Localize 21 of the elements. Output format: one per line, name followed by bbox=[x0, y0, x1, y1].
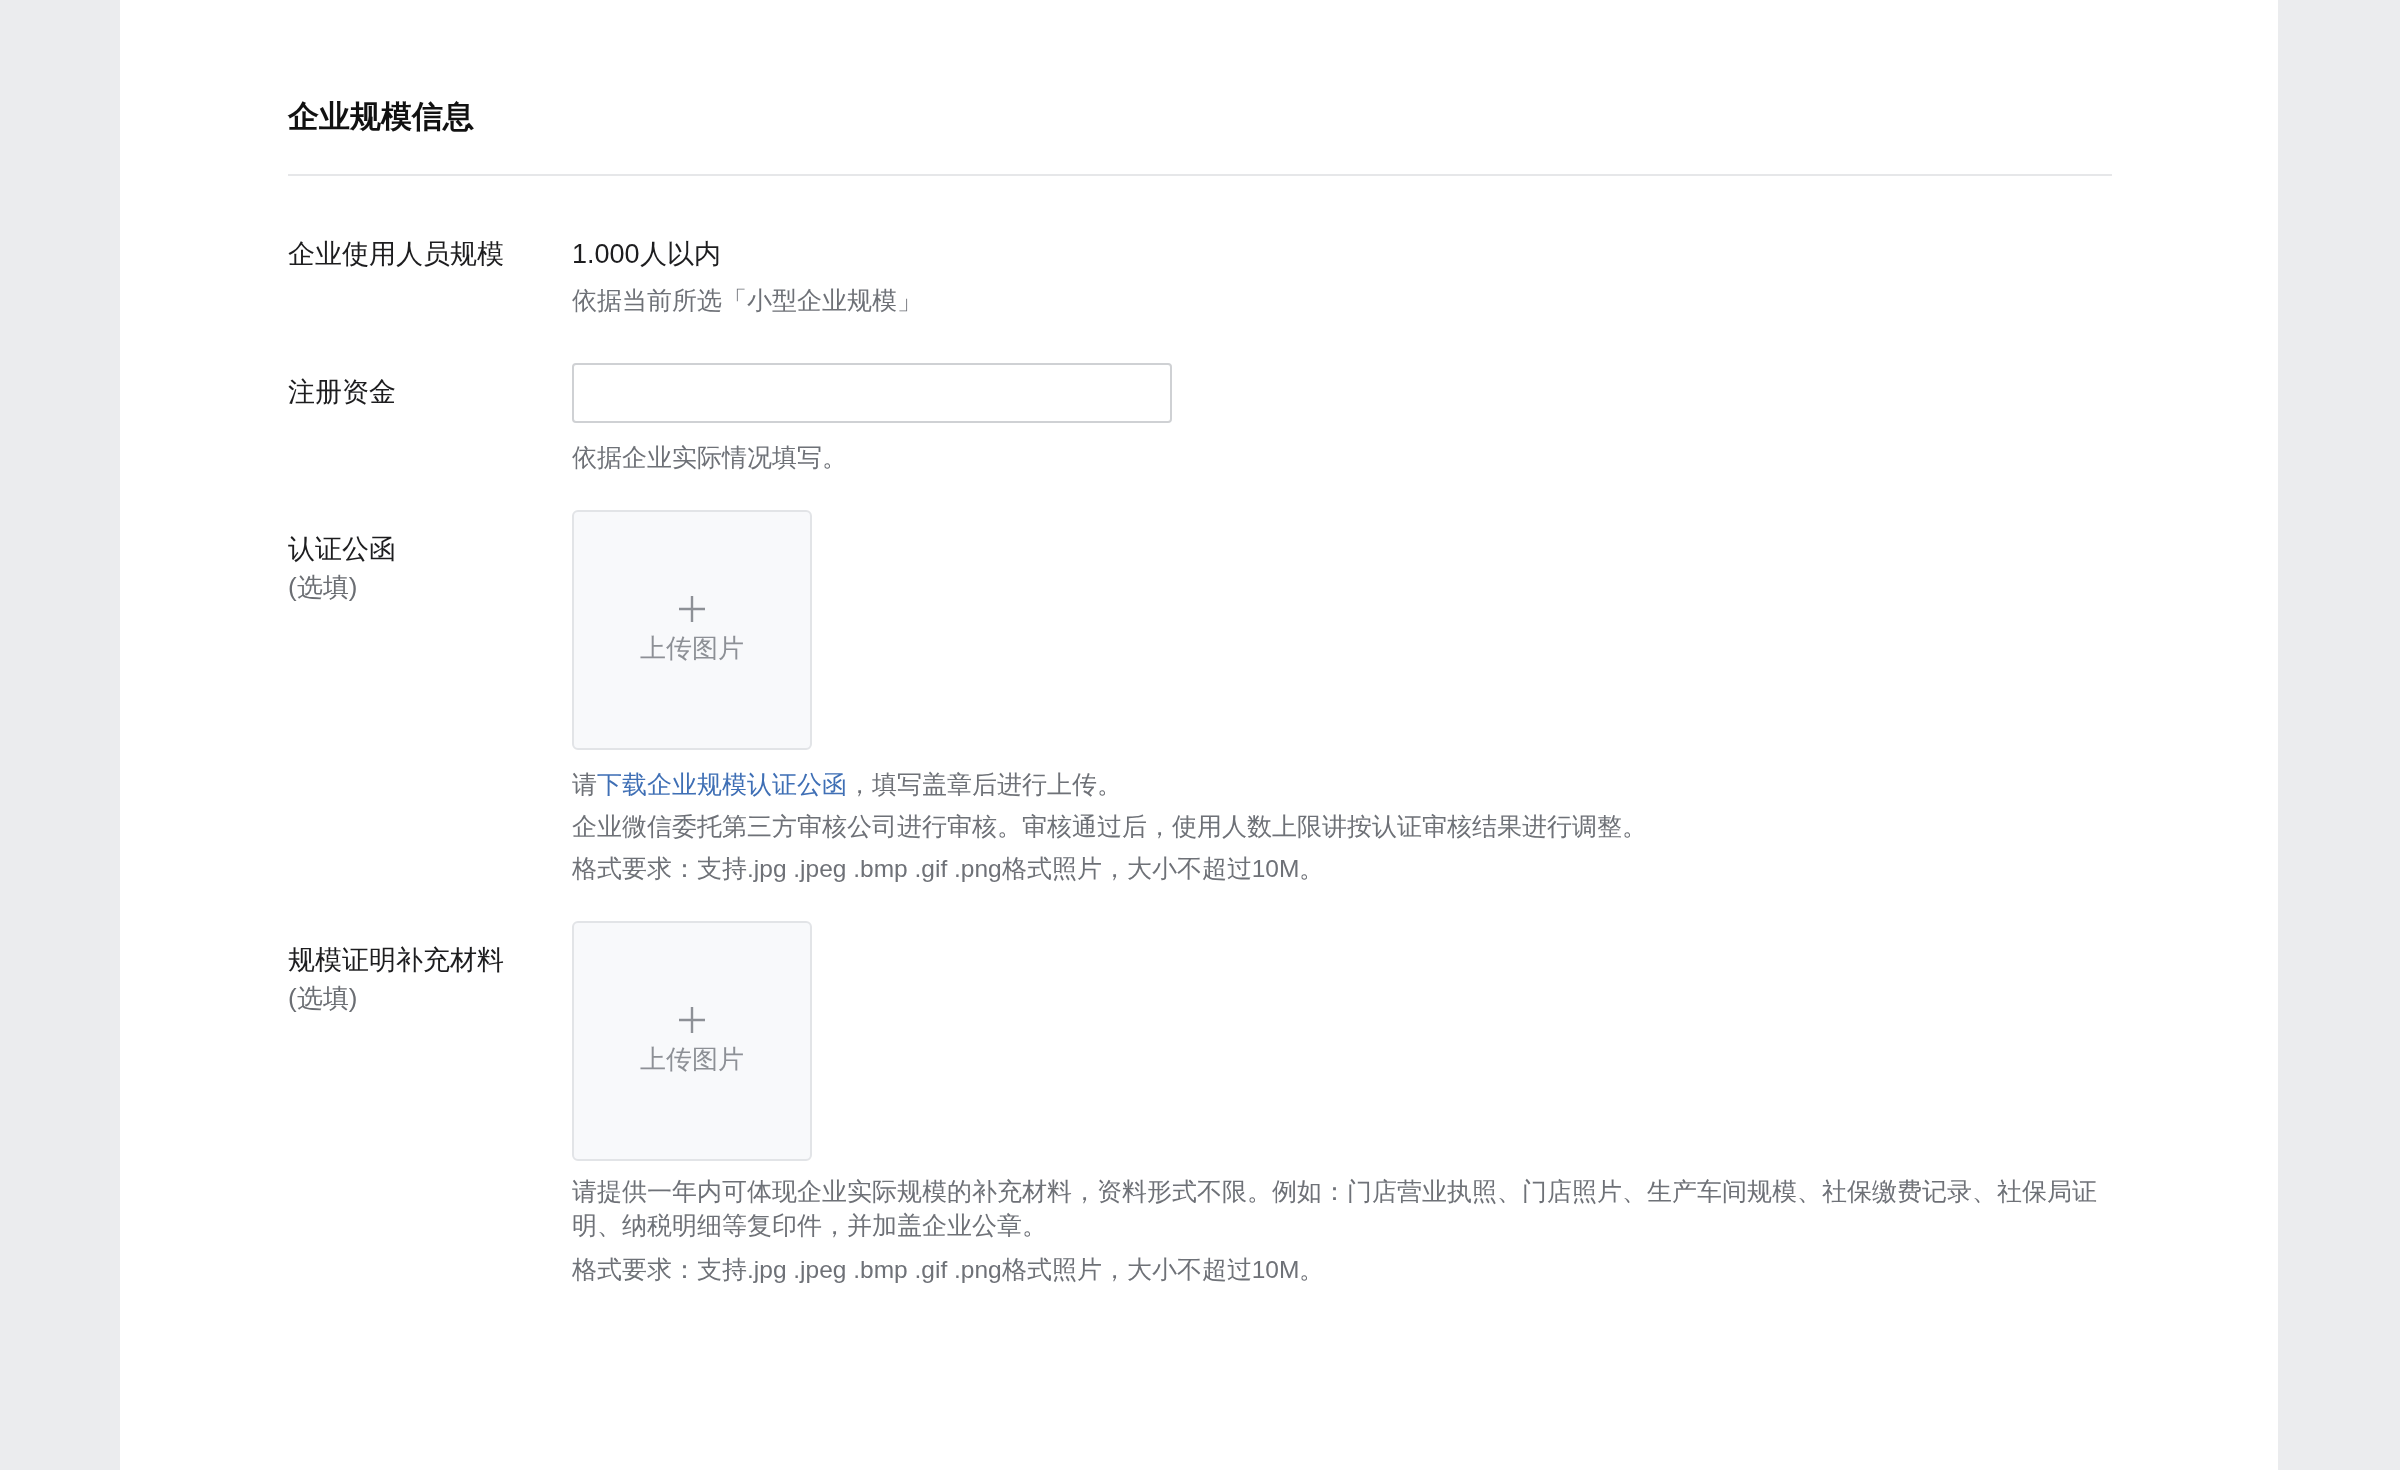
plus-icon bbox=[678, 1005, 706, 1034]
section-title: 企业规模信息 bbox=[288, 92, 2112, 176]
plus-icon bbox=[678, 594, 706, 623]
hint-text: 格式要求：支持.jpg .jpeg .bmp .gif .png格式照片，大小不超过10M。 bbox=[572, 854, 1326, 884]
hint-text: 依据当前所选「小型企业规模」 bbox=[572, 286, 923, 316]
field-label: 企业使用人员规模 bbox=[288, 239, 504, 269]
input-field[interactable] bbox=[572, 363, 1172, 423]
field-label: 注册资金 bbox=[288, 377, 396, 407]
download-link[interactable]: 下载企业规模认证公函 bbox=[597, 771, 847, 798]
hint-text: 格式要求：支持.jpg .jpeg .bmp .gif .png格式照片，大小不超过10M。 bbox=[572, 1255, 1326, 1285]
optional-note: (选填) bbox=[288, 571, 359, 604]
field-label: 认证公函 bbox=[288, 534, 396, 564]
hint-text: 请下载企业规模认证公函，填写盖章后进行上传。 bbox=[572, 770, 1123, 800]
field-label: 规模证明补充材料 bbox=[288, 945, 504, 975]
hint-text: 依据企业实际情况填写。 bbox=[572, 443, 848, 473]
upload-button[interactable]: 上传图片 bbox=[572, 921, 812, 1161]
optional-note: (选填) bbox=[288, 982, 359, 1015]
field-value: 1.000人以内 bbox=[572, 238, 722, 271]
hint-text: 企业微信委托第三方审核公司进行审核。审核通过后，使用人数上限讲按认证审核结果进行调整。 bbox=[572, 812, 1648, 842]
upload-button[interactable]: 上传图片 bbox=[572, 510, 812, 750]
hint-text: 请提供一年内可体现企业实际规模的补充材料，资料形式不限。例如：门店营业执照、门店照片、生产车间规模、社保缴费记录、社保局证明、纳税明细等复印件，并加盖企业公章。 bbox=[572, 1177, 2098, 1241]
